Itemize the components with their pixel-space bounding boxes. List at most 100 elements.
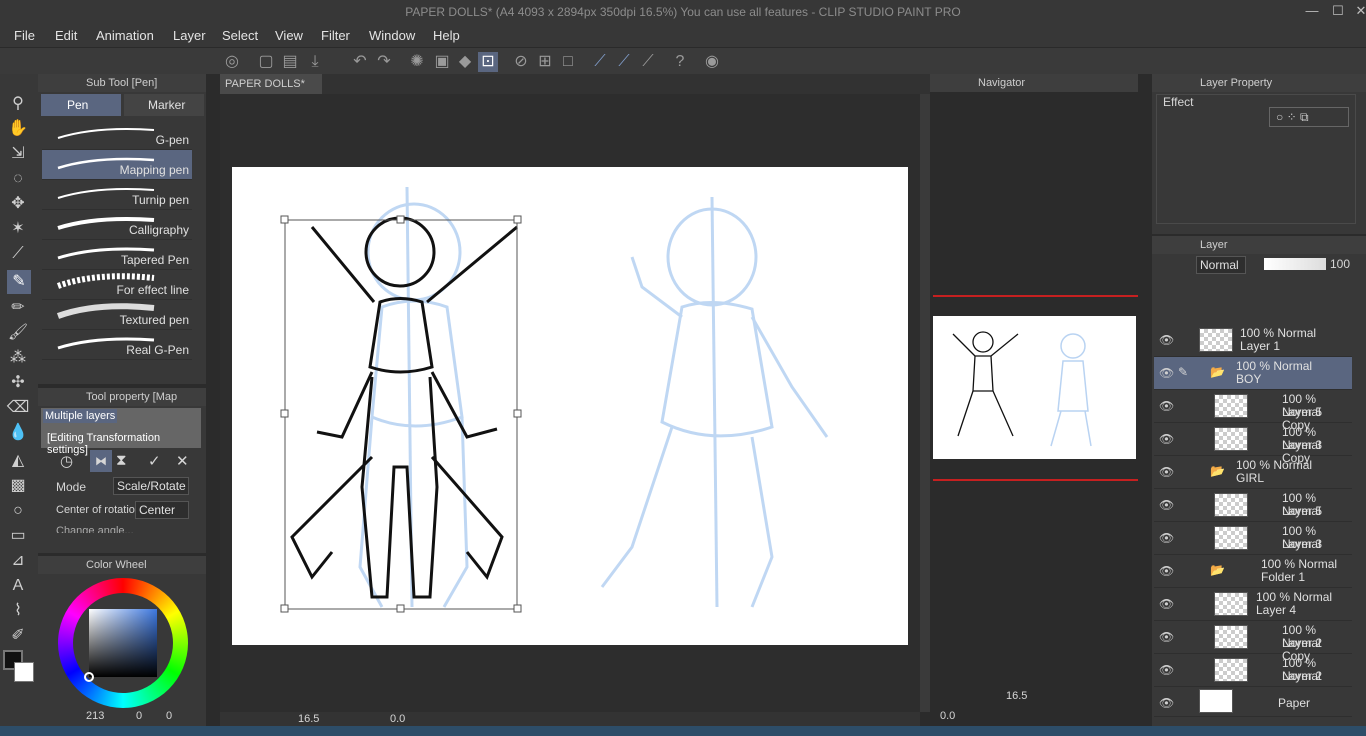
blend-icon[interactable]: 💧 (6, 421, 30, 445)
eye-icon[interactable]: 👁 (1159, 498, 1174, 512)
layer-row[interactable]: 👁 Paper (1154, 687, 1352, 717)
mode-select[interactable]: Scale/Rotate (113, 477, 189, 495)
correct-line-icon[interactable]: ✐ (6, 624, 30, 648)
lasso-icon[interactable]: ◌ (6, 167, 30, 191)
brush-calligraphy[interactable]: Calligraphy (42, 210, 192, 240)
menu-view[interactable]: View (275, 28, 303, 43)
clear-outside-icon[interactable]: ▣ (432, 52, 452, 72)
pencil-icon[interactable]: ✏ (6, 296, 30, 320)
navigator-preview[interactable] (933, 316, 1136, 459)
layer-row[interactable]: 👁 📂 100 % Normal GIRL (1154, 456, 1352, 489)
menu-window[interactable]: Window (369, 28, 415, 43)
brush-textured-pen[interactable]: Textured pen (42, 300, 192, 330)
navigator-rotation[interactable]: 0.0 (940, 710, 955, 722)
cancel-icon[interactable]: ✕ (176, 452, 189, 470)
eye-icon[interactable]: 👁 (1159, 399, 1174, 413)
magic-wand-icon[interactable]: ✶ (6, 217, 30, 241)
center-select[interactable]: Center (135, 501, 189, 519)
eye-icon[interactable]: 👁 (1159, 630, 1174, 644)
sub-color-swatch[interactable] (14, 662, 34, 682)
show-selection-icon[interactable]: □ (558, 52, 578, 72)
layer-row[interactable]: 👁 100 % Normal Layer 4 (1154, 588, 1352, 621)
maximize-button[interactable]: ☐ (1326, 3, 1350, 21)
layer-row[interactable]: 👁 ✎ 📂 100 % Normal BOY (1154, 357, 1352, 390)
airbrush-icon[interactable]: ⁂ (6, 346, 30, 370)
canvas-scrollbar[interactable] (920, 94, 930, 712)
help-icon[interactable]: ? (670, 52, 690, 72)
eye-icon[interactable]: 👁 (1159, 366, 1174, 380)
frame-icon[interactable]: ▭ (6, 524, 30, 548)
brush-effect-line[interactable]: For effect line (42, 270, 192, 300)
minimize-button[interactable]: — (1300, 3, 1324, 21)
layer-row[interactable]: 👁 100 % Normal Layer 2 (1154, 654, 1352, 687)
invert-selection-icon[interactable]: ⊞ (535, 52, 555, 72)
brush-icon[interactable]: 🖌 (6, 321, 30, 345)
brush-turnip-pen[interactable]: Turnip pen (42, 180, 192, 210)
layer-row[interactable]: 👁 100 % Normal Layer 3 Copy (1154, 423, 1352, 465)
menu-help[interactable]: Help (433, 28, 460, 43)
fill-icon[interactable]: ◆ (455, 52, 475, 72)
text-icon[interactable]: A (6, 574, 30, 598)
undo-icon[interactable]: ↶ (350, 52, 370, 72)
move-icon[interactable]: ✥ (6, 192, 30, 216)
eye-icon[interactable]: 👁 (1159, 663, 1174, 677)
menu-animation[interactable]: Animation (96, 28, 154, 43)
brush-g-pen[interactable]: G-pen (42, 120, 192, 150)
canvas-zoom[interactable]: 16.5 (298, 713, 319, 725)
clip-studio-icon[interactable]: ◎ (222, 52, 242, 72)
effect-buttons[interactable]: ○ ⁘ ⧉ (1269, 107, 1349, 127)
ruler-icon[interactable]: ⊿ (6, 549, 30, 573)
pen-icon[interactable]: ✎ (7, 270, 31, 294)
brush-real-g-pen[interactable]: Real G-Pen (42, 330, 192, 360)
eraser-icon[interactable]: ⌫ (6, 396, 30, 420)
tab-marker[interactable]: Marker (124, 94, 204, 116)
canvas-tab[interactable]: PAPER DOLLS* (220, 74, 322, 94)
navigator-zoom[interactable]: 16.5 (1006, 690, 1027, 702)
layer-row[interactable]: 👁 100 % Normal Layer 2 Copy (1154, 621, 1352, 663)
brush-tapered-pen[interactable]: Tapered Pen (42, 240, 192, 270)
layer-row[interactable]: 👁 100 % Normal Layer 3 (1154, 522, 1352, 555)
zoom-icon[interactable]: ⚲ (6, 92, 30, 116)
layer-row[interactable]: 👁 100 % Normal Layer 5 Copy (1154, 390, 1352, 432)
eye-icon[interactable]: 👁 (1159, 597, 1174, 611)
menu-filter[interactable]: Filter (321, 28, 350, 43)
flip-horizontal-icon[interactable]: ⧓ (90, 450, 112, 472)
brush-mapping-pen[interactable]: Mapping pen (42, 150, 192, 180)
drawing-canvas[interactable] (232, 167, 908, 645)
fill-bucket-icon[interactable]: ◭ (6, 449, 30, 473)
clear-icon[interactable]: ✺ (407, 52, 427, 72)
operation-icon[interactable]: ⇲ (6, 142, 30, 166)
redo-icon[interactable]: ↷ (374, 52, 394, 72)
flip-vertical-icon[interactable]: ⧗ (116, 452, 127, 469)
menu-select[interactable]: Select (222, 28, 258, 43)
open-file-icon[interactable]: ▤ (280, 52, 300, 72)
blend-mode-select[interactable]: Normal (1196, 256, 1246, 274)
clock-icon[interactable]: ◷ (60, 452, 73, 470)
menu-layer[interactable]: Layer (173, 28, 206, 43)
snap-ruler-icon[interactable]: ⟋ (590, 52, 610, 72)
eye-icon[interactable]: 👁 (1159, 465, 1174, 479)
new-file-icon[interactable]: ▢ (256, 52, 276, 72)
saturation-square[interactable] (89, 609, 157, 677)
layer-row[interactable]: 👁 📂 100 % Normal Folder 1 (1154, 555, 1352, 588)
save-icon[interactable]: ⤓ (305, 52, 325, 72)
snap-special-ruler-icon[interactable]: ⟋ (614, 52, 634, 72)
companion-icon[interactable]: ◉ (702, 52, 722, 72)
opacity-slider[interactable] (1264, 258, 1326, 270)
hand-icon[interactable]: ✋ (6, 117, 30, 141)
layer-row[interactable]: 👁 100 % Normal Layer 1 (1154, 324, 1352, 357)
eyedropper-icon[interactable]: ⟋ (6, 242, 30, 266)
transform-icon[interactable]: ⊡ (478, 52, 498, 72)
eye-icon[interactable]: 👁 (1159, 333, 1174, 347)
color-picker-handle[interactable] (84, 672, 94, 682)
canvas-rotation[interactable]: 0.0 (390, 713, 405, 725)
tab-pen[interactable]: Pen (41, 94, 121, 116)
layer-row[interactable]: 👁 100 % Normal Layer 5 (1154, 489, 1352, 522)
eye-icon[interactable]: 👁 (1159, 432, 1174, 446)
close-button[interactable]: ✕ (1349, 3, 1366, 21)
menu-file[interactable]: File (14, 28, 35, 43)
gradient-icon[interactable]: ▩ (6, 474, 30, 498)
confirm-icon[interactable]: ✓ (148, 452, 161, 470)
opacity-value[interactable]: 100 (1330, 257, 1350, 271)
eye-icon[interactable]: 👁 (1159, 564, 1174, 578)
